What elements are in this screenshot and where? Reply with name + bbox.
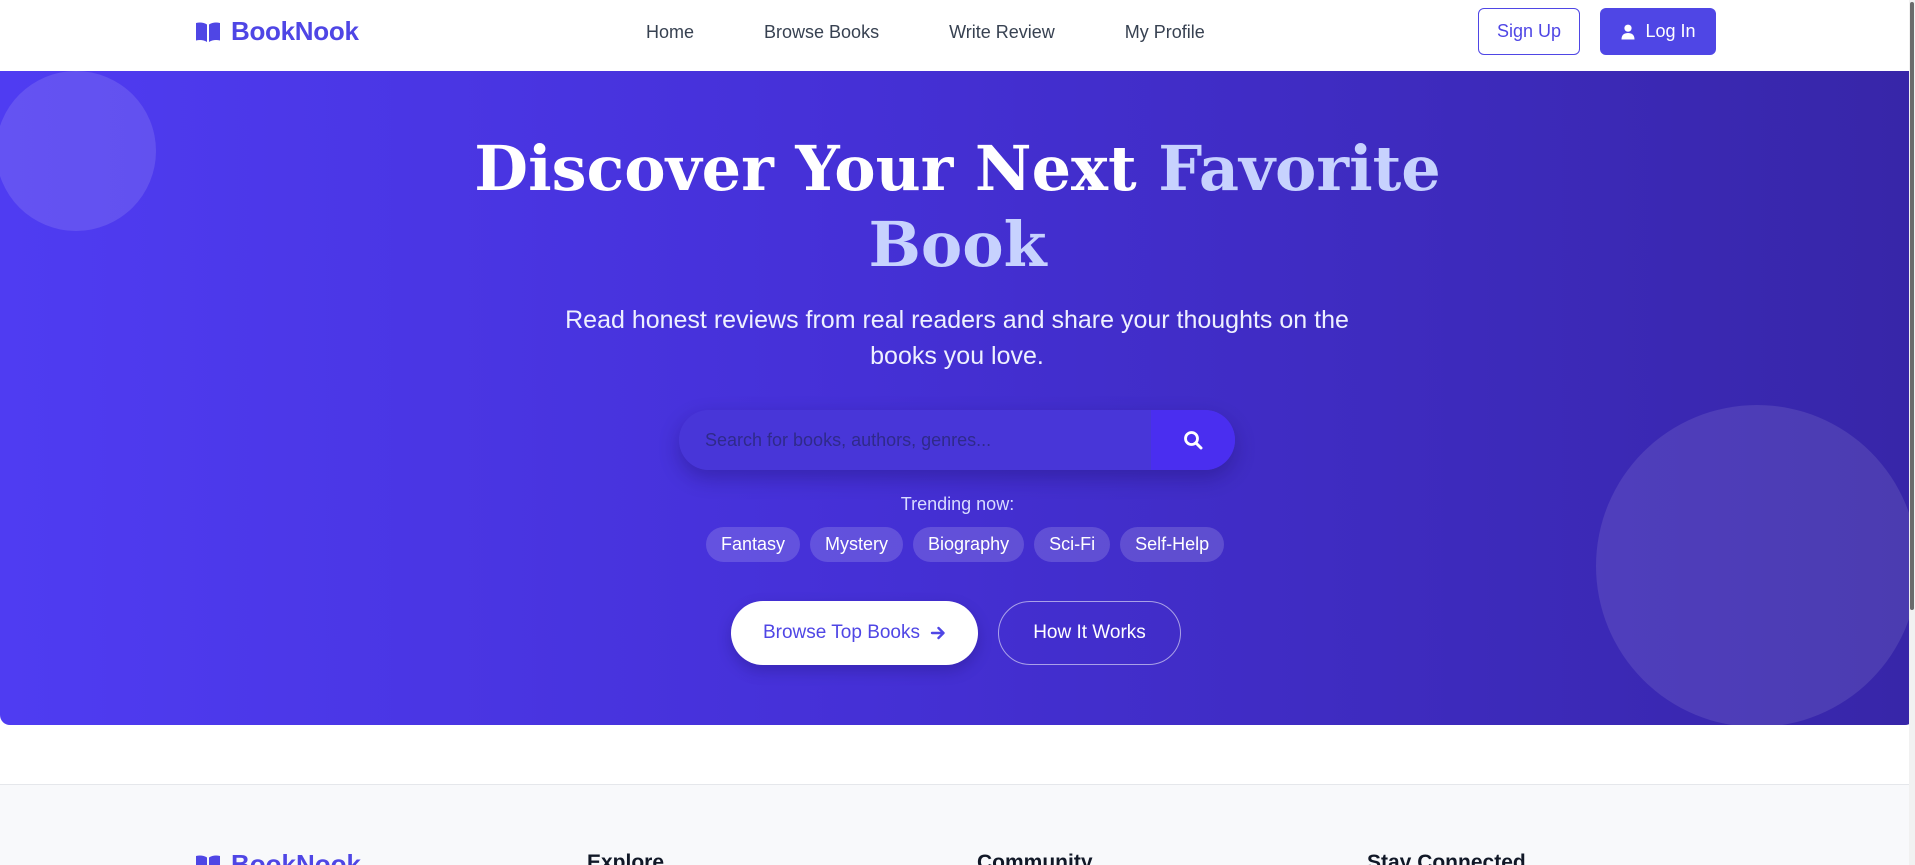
- tag-mystery[interactable]: Mystery: [810, 527, 904, 562]
- hero-title-main: Discover Your Next: [474, 132, 1159, 205]
- tag-sci-fi[interactable]: Sci-Fi: [1034, 527, 1111, 562]
- open-book-icon: [196, 22, 220, 42]
- footer-heading-stay-connected: Stay Connected: [1367, 851, 1526, 865]
- search-icon: [1184, 431, 1203, 450]
- hero-title: Discover Your Next Favorite Book: [0, 131, 1915, 283]
- footer-brand-name: BookNook: [231, 849, 361, 865]
- decorative-circle: [1596, 405, 1915, 725]
- browse-top-books-button[interactable]: Browse Top Books: [731, 601, 978, 665]
- nav-link-home[interactable]: Home: [646, 22, 694, 43]
- tag-fantasy[interactable]: Fantasy: [706, 527, 801, 562]
- hero-subtitle: Read honest reviews from real readers an…: [565, 306, 1349, 370]
- log-in-label: Log In: [1645, 21, 1696, 41]
- footer: BookNook Explore Community Stay Connecte…: [0, 784, 1915, 865]
- search-bar: [679, 410, 1235, 470]
- footer-heading-explore: Explore: [587, 851, 665, 865]
- log-in-button[interactable]: Log In: [1600, 8, 1716, 55]
- hero-section: Discover Your Next Favorite Book Read hon…: [0, 71, 1915, 725]
- nav-link-write-review[interactable]: Write Review: [949, 22, 1055, 43]
- brand-name: BookNook: [231, 16, 359, 46]
- main-nav: Home Browse Books Write Review My Profil…: [646, 22, 1205, 43]
- search-button[interactable]: [1151, 410, 1235, 470]
- trending-label: Trending now:: [900, 494, 1015, 514]
- footer-heading-community: Community: [977, 851, 1093, 865]
- nav-link-my-profile[interactable]: My Profile: [1125, 22, 1205, 43]
- trending-tags: Fantasy Mystery Biography Sci-Fi Self-He…: [706, 527, 1225, 562]
- page: BookNook Home Browse Books Write Review …: [0, 0, 1915, 865]
- footer-brand-logo[interactable]: BookNook: [195, 849, 361, 865]
- nav-link-browse-books[interactable]: Browse Books: [764, 22, 879, 43]
- tag-biography[interactable]: Biography: [913, 527, 1025, 562]
- search-input[interactable]: [679, 410, 1151, 470]
- sign-up-button[interactable]: Sign Up: [1478, 8, 1580, 55]
- user-icon: [1621, 24, 1635, 39]
- how-it-works-button[interactable]: How It Works: [998, 601, 1181, 665]
- arrow-right-icon: [930, 626, 945, 640]
- brand-logo[interactable]: BookNook: [195, 16, 359, 47]
- navbar: BookNook Home Browse Books Write Review …: [0, 0, 1915, 71]
- browse-top-books-label: Browse Top Books: [762, 622, 920, 643]
- scrollbar-thumb[interactable]: [1910, 2, 1914, 610]
- tag-self-help[interactable]: Self-Help: [1120, 527, 1225, 562]
- open-book-icon: [196, 855, 220, 865]
